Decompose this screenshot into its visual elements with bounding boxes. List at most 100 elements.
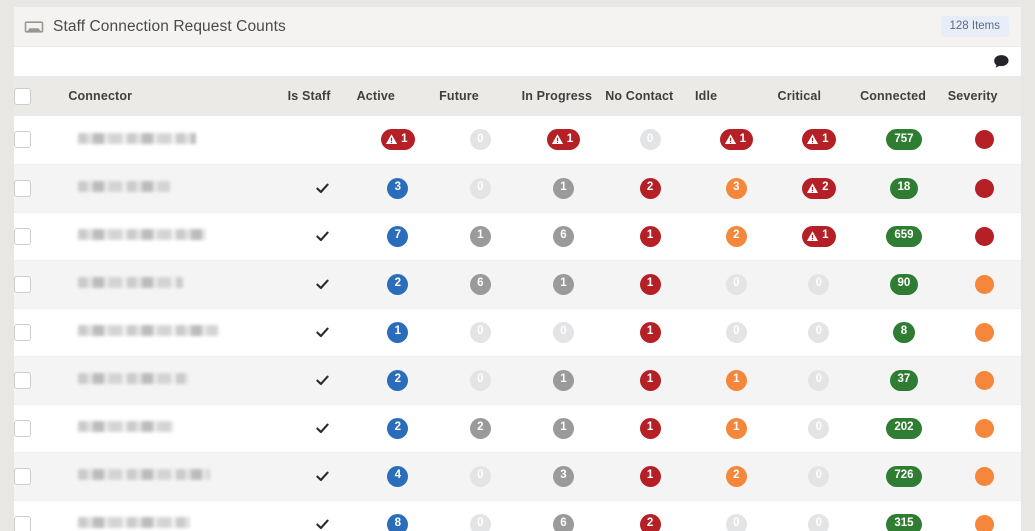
active-badge[interactable]: 2 xyxy=(387,417,409,439)
in-progress-warning-badge[interactable]: 1 xyxy=(546,129,581,151)
severity-indicator xyxy=(974,130,994,150)
in-progress-badge[interactable]: 1 xyxy=(552,177,574,199)
connected-badge[interactable]: 202 xyxy=(886,417,922,439)
connected-badge[interactable]: 757 xyxy=(886,129,922,151)
idle-badge[interactable]: 0 xyxy=(725,321,747,343)
in-progress-badge[interactable]: 1 xyxy=(552,417,574,439)
critical-warning-badge[interactable]: 1 xyxy=(802,129,836,151)
no-contact-badge[interactable]: 1 xyxy=(639,417,661,439)
table-row[interactable]: 1 0 0 1 0 0 8 xyxy=(14,308,1021,357)
idle-badge[interactable]: 1 xyxy=(725,369,747,391)
future-badge[interactable]: 0 xyxy=(469,321,491,343)
active-badge[interactable]: 2 xyxy=(387,369,409,391)
row-select-checkbox[interactable] xyxy=(14,515,31,531)
row-select-checkbox[interactable] xyxy=(14,275,31,293)
row-select-checkbox[interactable] xyxy=(14,131,31,149)
table-row[interactable]: 3 0 1 2 3 2 18 xyxy=(14,164,1021,213)
is-staff-cell xyxy=(287,212,357,261)
in-progress-badge[interactable]: 6 xyxy=(552,225,574,247)
table-row[interactable]: 1 0 1 0 1 1 757 xyxy=(14,116,1021,165)
idle-badge[interactable]: 1 xyxy=(725,417,747,439)
connected-badge[interactable]: 726 xyxy=(886,465,922,487)
connected-badge[interactable]: 90 xyxy=(889,273,919,295)
no-contact-badge[interactable]: 1 xyxy=(639,225,661,247)
no-contact-badge[interactable]: 1 xyxy=(639,321,661,343)
future-badge[interactable]: 0 xyxy=(469,177,491,199)
future-badge[interactable]: 0 xyxy=(469,129,491,151)
active-badge[interactable]: 1 xyxy=(387,321,409,343)
column-header-in-progress[interactable]: In Progress xyxy=(521,76,606,116)
critical-badge[interactable]: 0 xyxy=(808,417,830,439)
critical-warning-badge[interactable]: 2 xyxy=(802,177,836,199)
no-contact-badge[interactable]: 2 xyxy=(639,177,661,199)
no-contact-badge[interactable]: 2 xyxy=(639,513,661,531)
page-scroll-gutter[interactable] xyxy=(1021,0,1035,531)
critical-badge[interactable]: 0 xyxy=(808,321,830,343)
active-badge[interactable]: 2 xyxy=(387,273,409,295)
no-contact-badge[interactable]: 1 xyxy=(639,273,661,295)
column-header-severity[interactable]: Severity xyxy=(947,76,1021,116)
critical-badge[interactable]: 0 xyxy=(808,273,830,295)
no-contact-badge[interactable]: 1 xyxy=(639,465,661,487)
active-badge[interactable]: 8 xyxy=(387,513,409,531)
connected-badge[interactable]: 8 xyxy=(892,321,916,343)
column-header-no-contact[interactable]: No Contact xyxy=(605,76,696,116)
column-header-idle[interactable]: Idle xyxy=(695,76,778,116)
future-badge[interactable]: 2 xyxy=(469,417,491,439)
connected-cell: 8 xyxy=(860,308,948,357)
future-badge[interactable]: 0 xyxy=(469,513,491,531)
table-row[interactable]: 2 0 1 1 1 0 37 xyxy=(14,356,1021,405)
row-select-checkbox[interactable] xyxy=(14,227,31,245)
idle-cell: 0 xyxy=(695,260,778,309)
critical-badge[interactable]: 0 xyxy=(808,369,830,391)
table-row[interactable]: 2 6 1 1 0 0 90 xyxy=(14,260,1021,309)
connected-badge[interactable]: 18 xyxy=(889,177,919,199)
future-badge[interactable]: 0 xyxy=(469,465,491,487)
row-select-cell xyxy=(14,356,69,405)
no-contact-badge[interactable]: 1 xyxy=(639,369,661,391)
row-select-checkbox[interactable] xyxy=(14,371,31,389)
speech-bubble-icon[interactable] xyxy=(993,54,1010,70)
future-badge[interactable]: 1 xyxy=(469,225,491,247)
column-header-critical[interactable]: Critical xyxy=(777,76,861,116)
in-progress-badge[interactable]: 3 xyxy=(552,465,574,487)
in-progress-badge[interactable]: 6 xyxy=(552,513,574,531)
table-row[interactable]: 2 2 1 1 1 0 202 xyxy=(14,404,1021,453)
in-progress-badge[interactable]: 0 xyxy=(552,321,574,343)
connected-badge[interactable]: 659 xyxy=(886,225,922,247)
active-warning-badge[interactable]: 1 xyxy=(381,129,415,151)
critical-badge[interactable]: 0 xyxy=(808,513,830,531)
active-badge[interactable]: 4 xyxy=(387,465,409,487)
row-select-checkbox[interactable] xyxy=(14,179,31,197)
idle-badge[interactable]: 2 xyxy=(725,465,747,487)
in-progress-badge[interactable]: 1 xyxy=(552,273,574,295)
idle-warning-badge[interactable]: 1 xyxy=(719,129,753,151)
no-contact-badge[interactable]: 0 xyxy=(639,129,661,151)
column-header-connected[interactable]: Connected xyxy=(860,76,948,116)
idle-badge[interactable]: 3 xyxy=(725,177,747,199)
table-row[interactable]: 8 0 6 2 0 0 315 xyxy=(14,500,1021,531)
idle-badge[interactable]: 2 xyxy=(725,225,747,247)
active-badge[interactable]: 7 xyxy=(387,225,409,247)
table-row[interactable]: 4 0 3 1 2 0 726 xyxy=(14,452,1021,501)
table-row[interactable]: 7 1 6 1 2 1 659 xyxy=(14,212,1021,261)
future-cell: 0 xyxy=(439,452,522,501)
column-header-connector[interactable]: Connector xyxy=(68,76,288,116)
select-all-checkbox[interactable] xyxy=(14,87,31,105)
connected-badge[interactable]: 315 xyxy=(886,513,922,531)
active-badge[interactable]: 3 xyxy=(387,177,409,199)
connected-badge[interactable]: 37 xyxy=(889,369,919,391)
in-progress-badge[interactable]: 1 xyxy=(552,369,574,391)
idle-badge[interactable]: 0 xyxy=(725,513,747,531)
column-header-is-staff[interactable]: Is Staff xyxy=(287,76,357,116)
column-header-active[interactable]: Active xyxy=(356,76,440,116)
critical-warning-badge[interactable]: 1 xyxy=(802,225,836,247)
future-badge[interactable]: 6 xyxy=(469,273,491,295)
column-header-future[interactable]: Future xyxy=(439,76,522,116)
idle-badge[interactable]: 0 xyxy=(725,273,747,295)
row-select-checkbox[interactable] xyxy=(14,419,31,437)
row-select-checkbox[interactable] xyxy=(14,467,31,485)
critical-badge[interactable]: 0 xyxy=(808,465,830,487)
future-badge[interactable]: 0 xyxy=(469,369,491,391)
row-select-checkbox[interactable] xyxy=(14,323,31,341)
